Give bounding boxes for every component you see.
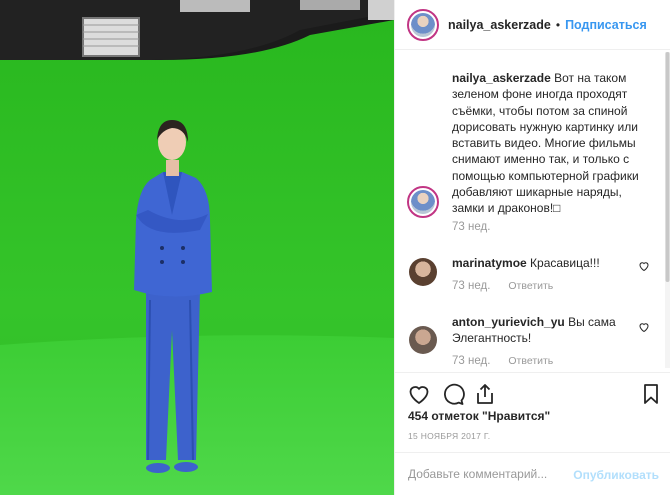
green-screen-photo [0, 0, 394, 495]
share-icon[interactable] [473, 382, 497, 406]
comment-time[interactable]: 73 нед. [452, 355, 490, 367]
caption-time[interactable]: 73 нед. [452, 221, 490, 233]
comment-input[interactable] [408, 467, 578, 481]
comment-username[interactable]: anton_yurievich_yu [452, 315, 565, 329]
caption-text: Вот на таком зеленом фоне иногда проходя… [452, 71, 639, 216]
action-bar [395, 372, 670, 412]
comment-time[interactable]: 73 нед. [452, 280, 490, 292]
comments-scrollbar[interactable] [665, 52, 670, 368]
comment-meta: 73 нед. Ответить [452, 355, 553, 367]
header-separator: • [555, 17, 561, 32]
post-panel: nailya_askerzade • Подписаться nailya_as… [394, 0, 670, 495]
comment-username[interactable]: marinatymoe [452, 256, 527, 270]
post-caption: nailya_askerzade Вот на таком зеленом фо… [452, 70, 652, 217]
comment-item: anton_yurievich_yu Вы сама Элегантность! [452, 314, 647, 346]
caption-avatar[interactable] [407, 186, 439, 218]
reply-button[interactable]: Ответить [508, 355, 553, 367]
comments-section[interactable]: nailya_askerzade Вот на таком зеленом фо… [395, 50, 670, 372]
caption-username[interactable]: nailya_askerzade [452, 71, 551, 85]
comment-meta: 73 нед. Ответить [452, 280, 553, 292]
comment-text: Красавица!!! [530, 256, 600, 270]
post-photo[interactable] [0, 0, 394, 495]
commenter-avatar[interactable] [409, 258, 437, 286]
publish-button[interactable]: Опубликовать [573, 468, 659, 482]
commenter-avatar[interactable] [409, 326, 437, 354]
comment-like-heart-icon[interactable] [638, 260, 650, 272]
author-username[interactable]: nailya_askerzade [448, 18, 551, 32]
bookmark-icon[interactable] [639, 382, 663, 406]
reply-button[interactable]: Ответить [508, 280, 553, 292]
add-comment-bar: Опубликовать [395, 452, 670, 495]
comment-item: marinatymoe Красавица!!! [452, 255, 647, 271]
follow-button[interactable]: Подписаться [565, 18, 647, 32]
author-avatar[interactable] [407, 8, 439, 41]
post-date[interactable]: 15 НОЯБРЯ 2017 Г. [408, 431, 490, 441]
likes-count[interactable]: 454 отметок "Нравится" [408, 409, 550, 423]
comment-icon[interactable] [441, 382, 465, 406]
post-header: nailya_askerzade • Подписаться [395, 0, 670, 50]
comment-like-heart-icon[interactable] [638, 321, 650, 333]
heart-icon[interactable] [407, 382, 431, 406]
